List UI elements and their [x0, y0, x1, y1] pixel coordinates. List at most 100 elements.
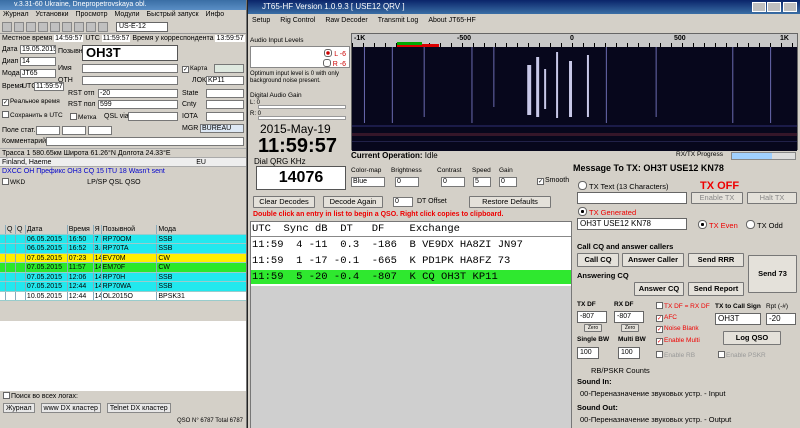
iota-field[interactable]	[206, 112, 244, 121]
col-q1[interactable]: Q	[6, 225, 16, 234]
tx-df-field[interactable]: -807	[577, 311, 607, 323]
qth-field[interactable]	[82, 76, 178, 85]
rpt-field[interactable]: -20	[766, 313, 796, 325]
decode-again-button[interactable]: Decode Again	[323, 196, 383, 208]
name-field[interactable]	[82, 64, 178, 73]
afc-checkbox[interactable]: ✓ AFC	[656, 314, 677, 322]
dt-offset-spinner[interactable]: 0	[393, 197, 413, 207]
menu-item-settings[interactable]: Установки	[36, 10, 69, 20]
menu-raw-decoder[interactable]: Raw Decoder	[325, 14, 367, 27]
tx-even-radio[interactable]: TX Even	[698, 220, 738, 230]
lpsp-label[interactable]: LP/SP	[87, 179, 107, 186]
fields-field-2[interactable]	[62, 126, 86, 135]
multi-bw-field[interactable]: 100	[618, 347, 640, 359]
table-row[interactable]: 07.05.201512:4414RP70WASSB	[0, 282, 246, 292]
new-icon[interactable]	[2, 21, 12, 32]
menu-setup[interactable]: Setup	[252, 14, 270, 27]
rx-df-field[interactable]: -807	[614, 311, 644, 323]
answer-cq-button[interactable]: Answer CQ	[634, 282, 684, 296]
enable-multi-checkbox[interactable]: ✓ Enable Multi	[656, 337, 700, 345]
col-time[interactable]: Время	[68, 225, 94, 234]
txdf-rxdf-checkbox[interactable]: TX DF = RX DF	[656, 302, 710, 310]
table-row[interactable]: 07.05.201512:0614RP70HSSB	[0, 272, 246, 282]
map-checkbox[interactable]: ✓ Карта	[182, 65, 207, 73]
level-left[interactable]: L -6	[324, 49, 346, 58]
col-callsign[interactable]: Позывной	[102, 225, 158, 234]
rx-df-zero-button[interactable]: Zero	[621, 324, 639, 332]
contrast-spinner[interactable]: 0	[441, 177, 465, 187]
save-utc-checkbox[interactable]: Сохранить в UTC	[2, 111, 63, 119]
gain-left-slider[interactable]	[258, 105, 346, 109]
tx-generated-field[interactable]: OH3T USE12 KN78	[577, 218, 687, 230]
menu-rig-control[interactable]: Rig Control	[280, 14, 315, 27]
map-field[interactable]	[214, 64, 244, 73]
menu-item-quick-launch[interactable]: Быстрый запуск	[147, 10, 199, 20]
globe-icon[interactable]	[62, 21, 72, 32]
restore-defaults-button[interactable]: Restore Defaults	[469, 196, 551, 208]
send-73-button[interactable]: Send 73	[748, 255, 797, 293]
noise-blank-checkbox[interactable]: ✓ Noise Blank	[656, 325, 699, 333]
gain-right-slider[interactable]	[258, 116, 346, 120]
decode-row[interactable]: 11:59 5 -20 -0.4 -807 K CQ OH3T KP11	[251, 270, 571, 284]
maximize-icon[interactable]	[767, 2, 781, 12]
menu-transmit-log[interactable]: Transmit Log	[378, 14, 419, 27]
halt-tx-button[interactable]: Halt TX	[747, 192, 797, 204]
col-band[interactable]: Я	[94, 225, 102, 234]
speed-spinner[interactable]: 5	[473, 177, 491, 187]
band-field[interactable]: 14	[20, 57, 56, 66]
col-mode[interactable]: Мода	[157, 225, 246, 234]
qsl-via-field[interactable]	[128, 112, 178, 121]
answer-caller-button[interactable]: Answer Caller	[622, 253, 684, 267]
tx-to-call-field[interactable]: OH3T	[715, 313, 761, 325]
enable-pskr-checkbox[interactable]: Enable PSKR	[718, 351, 766, 359]
mark-checkbox[interactable]: Метка	[70, 113, 96, 121]
fields-field-1[interactable]	[36, 126, 60, 135]
qsl-filter[interactable]: QSL	[109, 179, 123, 186]
tx-df-zero-button[interactable]: Zero	[584, 324, 602, 332]
send-report-button[interactable]: Send Report	[688, 282, 744, 296]
tx-text-radio[interactable]: TX Text (13 Characters)	[578, 181, 668, 191]
clear-decodes-button[interactable]: Clear Decodes	[253, 196, 315, 208]
mode-field[interactable]: JT65	[20, 69, 56, 78]
time-field[interactable]: 11:59:57	[34, 82, 64, 91]
waterfall-display[interactable]: -1K -500 0 500 1K	[351, 33, 798, 151]
decode-row[interactable]: 11:59 4 -11 0.3 -186 B VE9DX HA8ZI JN97	[251, 238, 571, 252]
menu-about[interactable]: About JT65-HF	[428, 14, 475, 27]
menu-item-info[interactable]: Инфо	[206, 10, 225, 20]
decode-row[interactable]: 11:59 1 -17 -0.1 -665 K PD1PK HA8FZ 73	[251, 254, 571, 268]
call-cq-button[interactable]: Call CQ	[577, 253, 619, 267]
table-row[interactable]: 06.05.2015 16:50 7 RP70OM SSB	[0, 234, 246, 244]
tab-telnet-cluster[interactable]: Telnet DX кластер	[106, 403, 171, 413]
sound-out-device[interactable]: 00-Переназначение звуковых устр. - Outpu…	[580, 415, 731, 424]
enable-rb-checkbox[interactable]: Enable RB	[656, 351, 695, 359]
table-row[interactable]: 06.05.201516:523.5RP70TASSB	[0, 244, 246, 254]
tx-odd-radio[interactable]: TX Odd	[746, 220, 783, 230]
print-icon[interactable]	[26, 21, 36, 32]
minimize-icon[interactable]	[752, 2, 766, 12]
search-all-logs[interactable]: Поиск во всех логах:	[0, 392, 246, 401]
enable-tx-button[interactable]: Enable TX	[691, 192, 743, 204]
callsign-field[interactable]: OH3T	[82, 45, 178, 61]
tab-journal[interactable]: Журнал	[3, 403, 35, 413]
save-icon[interactable]	[14, 21, 24, 32]
qso-filter[interactable]: QSO	[125, 179, 141, 186]
search-icon[interactable]	[38, 21, 48, 32]
col-q2[interactable]: Q	[16, 225, 26, 234]
menu-item-view[interactable]: Просмотр	[76, 10, 108, 20]
close-icon[interactable]	[783, 2, 797, 12]
brightness-spinner[interactable]: 0	[395, 177, 419, 187]
wkd-checkbox[interactable]: WKD	[2, 178, 25, 186]
menu-item-journal[interactable]: Журнал	[3, 10, 29, 20]
gain-spinner[interactable]: 0	[499, 177, 517, 187]
radio-icon[interactable]	[86, 21, 96, 32]
fields-field-3[interactable]	[88, 126, 112, 135]
tx-text-field[interactable]	[577, 192, 687, 204]
table-row[interactable]: 07.05.201507:2314EV70MCW	[0, 253, 246, 263]
log-qso-button[interactable]: Log QSO	[723, 331, 781, 345]
level-right[interactable]: R -6	[323, 59, 346, 68]
sound-in-device[interactable]: 00-Переназначение звуковых устр. - Input	[580, 389, 725, 398]
rst-rcvd-field[interactable]: 599	[98, 100, 178, 109]
mgr-field[interactable]: BUREAU	[200, 124, 244, 133]
tx-generated-radio[interactable]: TX Generated	[578, 207, 636, 217]
colormap-select[interactable]: Blue	[351, 177, 385, 187]
